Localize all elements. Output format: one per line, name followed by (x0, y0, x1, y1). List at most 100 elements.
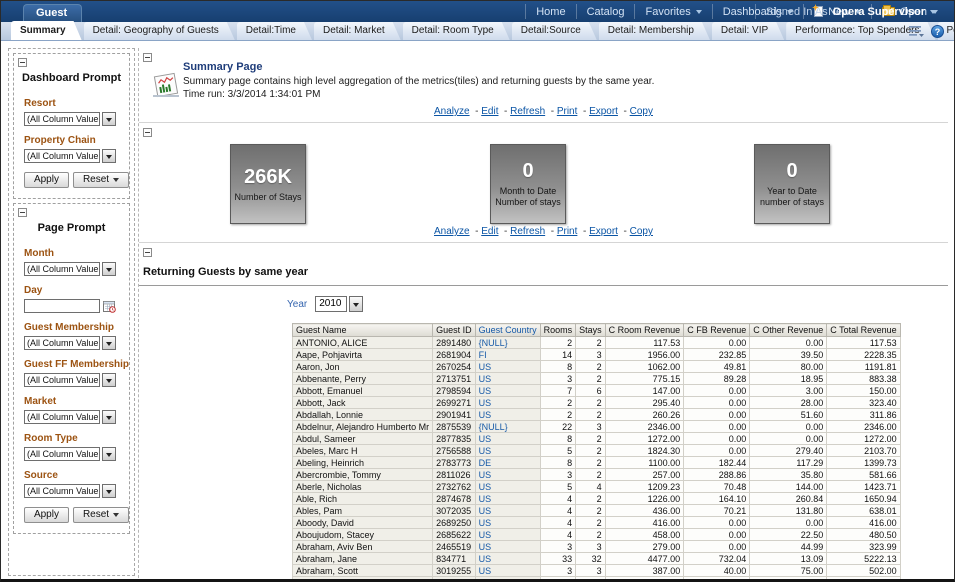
page-tab-label: Detail: Membership (608, 25, 694, 36)
prompt-select[interactable]: (All Column Value (24, 336, 100, 350)
time-run-label: Time run: 3/3/2014 1:34:01 PM (183, 89, 321, 100)
action-link[interactable]: Edit (481, 106, 498, 117)
cell-guest-country[interactable]: US (475, 529, 540, 541)
cell-room-revenue: 387.00 (605, 565, 684, 577)
cell-guest-country[interactable]: FI (475, 349, 540, 361)
cell-guest-country[interactable]: US (475, 361, 540, 373)
cell-guest-country[interactable]: US (475, 565, 540, 577)
tile-label-line2: number of stays (760, 197, 824, 208)
prompt-select[interactable]: (All Column Value (24, 484, 100, 498)
action-link[interactable]: Copy (630, 106, 653, 117)
cell-guest-country[interactable]: US (475, 517, 540, 529)
page-tab[interactable]: Detail: VIP (712, 22, 784, 40)
page-tab-label: Detail: Market (323, 25, 385, 36)
page-tab[interactable]: Detail: Market (314, 22, 401, 40)
column-header[interactable]: C Other Revenue (750, 324, 827, 337)
reset-button[interactable]: Reset (73, 507, 129, 523)
dropdown-arrow-icon[interactable] (349, 296, 363, 312)
page-tab[interactable]: Detail: Membership (599, 22, 710, 40)
year-select[interactable]: 2010 (315, 296, 347, 312)
collapse-icon[interactable] (143, 53, 152, 62)
topnav-item[interactable]: Favorites (634, 4, 711, 19)
cell-guest-country[interactable]: US (475, 481, 540, 493)
column-header[interactable]: Guest ID (433, 324, 476, 337)
dropdown-arrow-icon[interactable] (102, 262, 116, 276)
action-link[interactable]: Copy (630, 226, 653, 237)
cell-fb-revenue: 0.00 (684, 409, 750, 421)
cell-guest-country[interactable]: US (475, 553, 540, 565)
cell-guest-country[interactable]: {NULL} (475, 337, 540, 349)
cell-guest-country[interactable]: US (475, 433, 540, 445)
column-header[interactable]: C Total Revenue (827, 324, 900, 337)
prompt-select[interactable]: (All Column Value (24, 447, 100, 461)
dropdown-arrow-icon[interactable] (102, 447, 116, 461)
cell-guest-country[interactable]: US (475, 493, 540, 505)
cell-guest-country[interactable]: US (475, 409, 540, 421)
column-header[interactable]: Stays (576, 324, 606, 337)
prompt-select[interactable]: (All Column Value (24, 262, 100, 276)
day-input[interactable] (24, 299, 100, 313)
collapse-icon[interactable] (143, 128, 152, 137)
cell-guest-country[interactable]: US (475, 505, 540, 517)
dashboard-tab-guest[interactable]: Guest (23, 4, 82, 22)
apply-button[interactable]: Apply (24, 172, 69, 188)
action-link[interactable]: Edit (481, 226, 498, 237)
column-header[interactable]: Guest Country (475, 324, 540, 337)
page-options-icon[interactable] (909, 26, 924, 37)
action-link[interactable]: Refresh (510, 106, 545, 117)
column-header[interactable]: Rooms (540, 324, 576, 337)
collapse-icon[interactable] (18, 58, 27, 67)
cell-guest-country[interactable]: US (475, 577, 540, 582)
prompt-select[interactable]: (All Column Value (24, 373, 100, 387)
action-link[interactable]: Analyze (434, 226, 470, 237)
cell-other-revenue: 51.60 (750, 409, 827, 421)
prompt-select[interactable]: (All Column Value (24, 112, 100, 126)
topnav-item[interactable]: Home (525, 4, 575, 19)
page-tab[interactable]: Summary (11, 21, 82, 40)
action-link[interactable]: Print (557, 226, 578, 237)
help-icon[interactable]: ? (931, 25, 944, 38)
action-link[interactable]: Print (557, 106, 578, 117)
column-header[interactable]: C Room Revenue (605, 324, 684, 337)
dropdown-arrow-icon[interactable] (102, 410, 116, 424)
collapse-icon[interactable] (143, 248, 152, 257)
cell-fb-revenue: 89.28 (684, 373, 750, 385)
dropdown-arrow-icon[interactable] (102, 149, 116, 163)
page-tab[interactable]: Detail: Room Type (403, 22, 510, 40)
cell-guest-country[interactable]: US (475, 385, 540, 397)
dropdown-arrow-icon[interactable] (102, 336, 116, 350)
cell-guest-country[interactable]: US (475, 541, 540, 553)
action-link[interactable]: Export (589, 226, 618, 237)
cell-guest-country[interactable]: US (475, 469, 540, 481)
topnav-item[interactable]: Catalog (576, 4, 635, 19)
cell-guest-country[interactable]: US (475, 397, 540, 409)
page-tab[interactable]: Detail:Time (237, 22, 312, 40)
action-link[interactable]: Analyze (434, 106, 470, 117)
calendar-icon[interactable] (103, 300, 116, 313)
cell-guest-country[interactable]: US (475, 373, 540, 385)
action-link[interactable]: Refresh (510, 226, 545, 237)
action-link[interactable]: Export (589, 106, 618, 117)
cell-guest-country[interactable]: US (475, 445, 540, 457)
reset-button[interactable]: Reset (73, 172, 129, 188)
dropdown-arrow-icon[interactable] (102, 373, 116, 387)
cell-guest-country[interactable]: {NULL} (475, 421, 540, 433)
cell-guest-id: 2465519 (433, 541, 476, 553)
cell-guest-country[interactable]: DE (475, 457, 540, 469)
column-header[interactable]: Guest Name (293, 324, 433, 337)
dropdown-arrow-icon[interactable] (102, 484, 116, 498)
column-header[interactable]: C FB Revenue (684, 324, 750, 337)
cell-rooms: 3 (540, 469, 576, 481)
prompt-select[interactable]: (All Column Value (24, 410, 100, 424)
cell-fb-revenue: 288.86 (684, 469, 750, 481)
page-tab[interactable]: Detail:Source (512, 22, 597, 40)
cell-total-revenue: 2103.70 (827, 445, 900, 457)
page-tab[interactable]: Detail: Geography of Guests (84, 22, 235, 40)
signed-in-menu[interactable]: Signed In As Opera Supervisor (755, 4, 946, 19)
collapse-icon[interactable] (18, 208, 27, 217)
apply-button[interactable]: Apply (24, 507, 69, 523)
table-row: Abdallah, Lonnie 2901941 US 2 2 260.26 0… (293, 409, 901, 421)
cell-guest-name: Abbenante, Perry (293, 373, 433, 385)
prompt-select[interactable]: (All Column Value (24, 149, 100, 163)
dropdown-arrow-icon[interactable] (102, 112, 116, 126)
